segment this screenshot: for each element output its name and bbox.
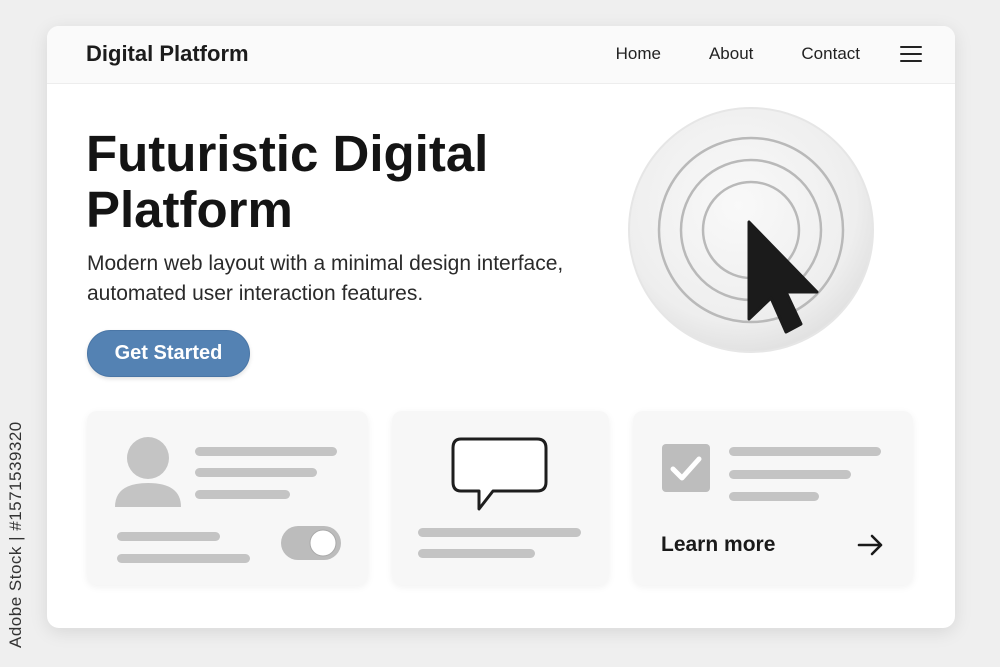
user-avatar-icon [115, 437, 181, 507]
hero-title: Futuristic Digital Platform [86, 125, 489, 238]
nav-link-contact[interactable]: Contact [801, 44, 860, 64]
chat-bubble-icon [451, 437, 548, 511]
placeholder-line [418, 549, 535, 558]
feature-card-profile [87, 411, 368, 585]
watermark-side-text: Adobe Stock | #1571539320 [6, 421, 25, 648]
cursor-click-ripple-icon [625, 106, 877, 358]
placeholder-line [195, 490, 290, 499]
nav-link-home[interactable]: Home [616, 44, 661, 64]
learn-more-link[interactable]: Learn more [661, 533, 775, 557]
checkbox-checked-icon[interactable] [661, 443, 711, 493]
navbar: Digital Platform Home About Contact [47, 26, 955, 84]
hamburger-menu-icon[interactable] [900, 46, 922, 62]
get-started-button[interactable]: Get Started [87, 330, 250, 377]
placeholder-line [195, 468, 317, 477]
placeholder-line [418, 528, 581, 537]
brand-title: Digital Platform [86, 41, 249, 66]
placeholder-line [729, 492, 819, 501]
toggle-switch[interactable] [280, 525, 342, 561]
browser-window: Digital Platform Home About Contact Futu… [47, 26, 955, 628]
nav-link-about[interactable]: About [709, 44, 753, 64]
feature-card-tasks: Learn more [633, 411, 913, 585]
arrow-right-icon[interactable] [857, 533, 885, 557]
placeholder-line [117, 554, 250, 563]
placeholder-line [117, 532, 220, 541]
placeholder-line [729, 470, 851, 479]
placeholder-line [195, 447, 337, 456]
feature-card-chat [392, 411, 609, 585]
hero-subtitle: Modern web layout with a minimal design … [87, 252, 564, 305]
nav-links: Home About Contact [568, 44, 860, 64]
placeholder-line [729, 447, 881, 456]
